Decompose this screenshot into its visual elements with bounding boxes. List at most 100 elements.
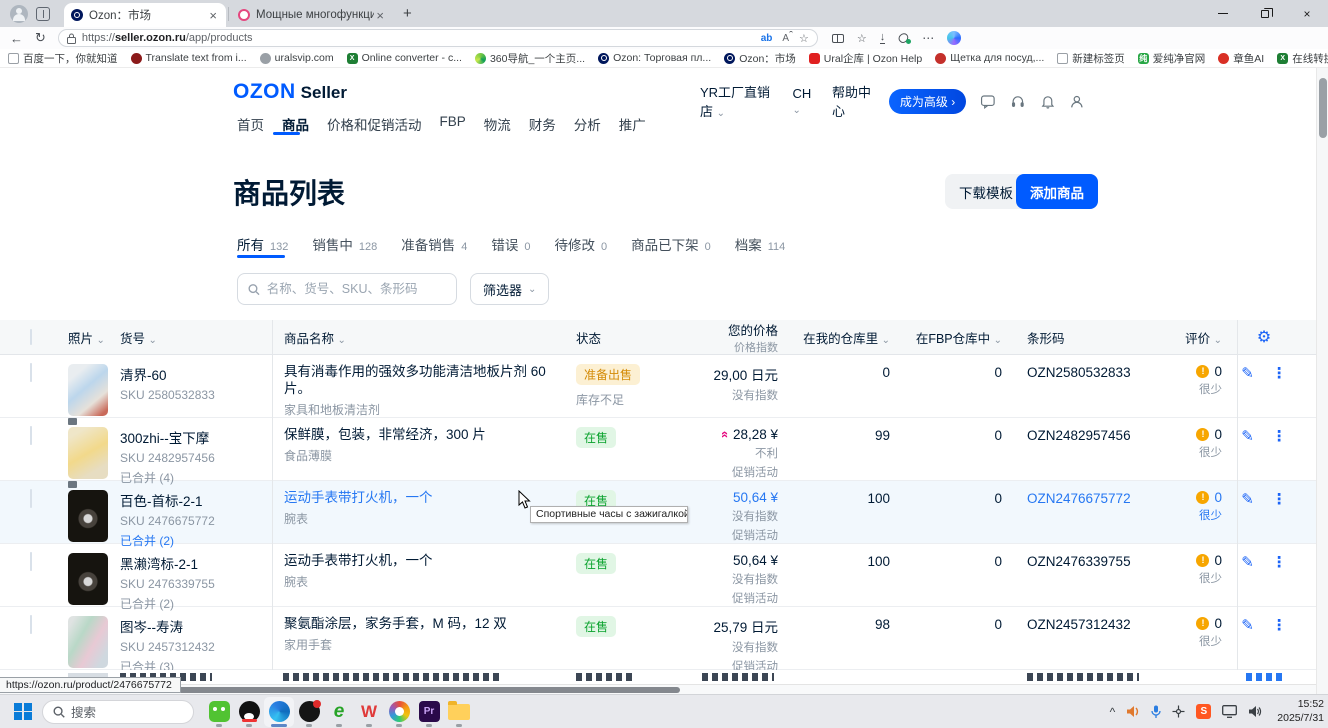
row-menu-icon[interactable]: ⋮	[1272, 553, 1287, 571]
article-code[interactable]: 百色-首标-2-1	[120, 490, 264, 510]
taskbar-app-media[interactable]	[294, 697, 324, 727]
language-selector[interactable]: CH ⌄	[793, 86, 818, 116]
article-code[interactable]: 300zhi--宝下摩	[120, 427, 264, 447]
nav-item-promotion[interactable]: 推广	[619, 114, 646, 134]
refresh-icon[interactable]: ↻	[35, 30, 46, 46]
bookmark-item[interactable]: 百度一下，你就知道	[8, 51, 118, 66]
close-window-button[interactable]: ×	[1286, 0, 1328, 27]
nav-item-analytics[interactable]: 分析	[574, 114, 601, 134]
vertical-scrollbar-thumb[interactable]	[1319, 78, 1327, 138]
nav-item-logistics[interactable]: 物流	[484, 114, 511, 134]
tab-errors[interactable]: 错误0	[491, 234, 530, 254]
browser-tab-second[interactable]: Мощные многофункциональнь ×	[231, 3, 393, 27]
taskbar-app-edge[interactable]	[264, 697, 294, 727]
tray-sogou-icon[interactable]: S	[1196, 704, 1211, 719]
product-photo[interactable]	[68, 553, 108, 605]
favorite-star-icon[interactable]: ☆	[799, 32, 809, 45]
back-icon[interactable]: ←	[10, 31, 23, 46]
url-field[interactable]: https://seller.ozon.ru/app/products ab A…	[58, 29, 818, 47]
restore-button[interactable]	[1244, 0, 1286, 27]
product-photo[interactable]	[68, 490, 108, 542]
header-my-warehouse[interactable]: 在我的仓库里 ⌄	[778, 328, 890, 347]
header-name[interactable]: 商品名称 ⌄	[272, 328, 564, 347]
edit-pencil-icon[interactable]: ✎	[1241, 364, 1254, 382]
product-photo[interactable]	[68, 616, 108, 668]
merged-label[interactable]: 已合并 (4)	[120, 469, 264, 486]
rating-value[interactable]: 0	[1214, 490, 1222, 505]
browser-profile-avatar[interactable]	[10, 5, 28, 23]
read-aloud-icon[interactable]: A	[782, 33, 789, 44]
tray-audio-manager-icon[interactable]	[1126, 705, 1140, 718]
ozon-seller-logo[interactable]: OZONSeller	[233, 80, 347, 104]
tray-remote-tool-icon[interactable]	[1172, 705, 1185, 718]
edit-pencil-icon[interactable]: ✎	[1241, 490, 1254, 508]
nav-item-home[interactable]: 首页	[237, 114, 264, 134]
select-all-checkbox[interactable]	[30, 329, 32, 345]
taskbar-app-ie[interactable]: e	[324, 697, 354, 727]
taskbar-search[interactable]: 搜索	[42, 700, 194, 724]
nav-item-products[interactable]: 商品	[282, 114, 309, 134]
downloads-icon[interactable]: ↓	[880, 33, 886, 44]
bookmark-item[interactable]: Ozon：市场	[724, 51, 796, 66]
browser-tab-ozon[interactable]: Ozon：市场 ×	[64, 3, 226, 27]
tab-selling[interactable]: 销售中128	[312, 234, 377, 254]
add-product-button[interactable]: 添加商品	[1016, 174, 1098, 209]
tab-ready[interactable]: 准备销售4	[401, 234, 467, 254]
browser-essentials-icon[interactable]	[898, 33, 909, 43]
row-menu-icon[interactable]: ⋮	[1272, 427, 1287, 445]
header-article[interactable]: 货号 ⌄	[120, 328, 272, 347]
row-menu-icon[interactable]: ⋮	[1272, 364, 1287, 382]
tab-close-icon[interactable]: ×	[207, 8, 219, 23]
bookmark-item[interactable]: uralsvip.com	[260, 52, 334, 64]
download-template-button[interactable]: 下载模板	[945, 174, 1027, 209]
tray-chevron-icon[interactable]: ^	[1110, 705, 1116, 719]
minimize-button[interactable]	[1202, 0, 1244, 27]
notifications-bell-icon[interactable]	[1040, 92, 1056, 111]
product-name-link[interactable]: 聚氨酯涂层，家务手套，M 码，12 双	[284, 616, 564, 633]
row-menu-icon[interactable]: ⋮	[1272, 490, 1287, 508]
row-checkbox[interactable]	[30, 426, 32, 445]
product-name-link[interactable]: 具有消毒作用的强效多功能清洁地板片剂 60 片。	[284, 364, 564, 398]
row-checkbox[interactable]	[30, 489, 32, 508]
bookmark-item[interactable]: X在线转换器 - 免费...	[1277, 51, 1328, 66]
new-tab-button[interactable]: +	[393, 5, 422, 22]
article-code[interactable]: 黑濑湾标-2-1	[120, 553, 264, 573]
search-input[interactable]	[267, 282, 446, 296]
merged-label[interactable]: 已合并 (2)	[120, 595, 264, 612]
nav-item-pricing[interactable]: 价格和促销活动	[327, 114, 422, 134]
start-button[interactable]	[14, 703, 32, 721]
premium-button[interactable]: 成为高级 ›	[889, 89, 966, 114]
nav-item-finance[interactable]: 财务	[529, 114, 556, 134]
bookmark-item[interactable]: 360导航_一个主页...	[475, 51, 585, 66]
tab-unlisted[interactable]: 商品已下架0	[631, 234, 711, 254]
more-menu-icon[interactable]: ⋯	[922, 31, 934, 45]
edit-pencil-icon[interactable]: ✎	[1241, 553, 1254, 571]
product-name-link[interactable]: 保鲜膜，包装，非常经济，300 片	[284, 427, 564, 444]
taskbar-app-explorer[interactable]	[444, 697, 474, 727]
favorites-icon[interactable]: ☆	[857, 32, 867, 45]
tab-to-fix[interactable]: 待修改0	[554, 234, 607, 254]
taskbar-app-premiere[interactable]: Pr	[414, 697, 444, 727]
account-icon[interactable]	[1069, 92, 1085, 111]
row-checkbox[interactable]	[30, 552, 32, 571]
bookmark-item[interactable]: Ozon: Торговая пл...	[598, 52, 711, 64]
product-photo[interactable]	[68, 364, 108, 416]
copilot-icon[interactable]	[947, 31, 961, 45]
tab-close-icon[interactable]: ×	[374, 8, 386, 23]
nav-item-fbp[interactable]: FBP	[440, 114, 466, 134]
support-headset-icon[interactable]	[1010, 92, 1026, 111]
vertical-scrollbar[interactable]	[1316, 68, 1328, 694]
edit-pencil-icon[interactable]: ✎	[1241, 427, 1254, 445]
header-photo[interactable]: 照片 ⌄	[68, 328, 120, 347]
store-selector[interactable]: YR工厂直销店 ⌄	[700, 82, 779, 120]
bookmark-item[interactable]: Translate text from i...	[131, 52, 247, 64]
bookmark-item[interactable]: Ural企库 | Ozon Help	[809, 51, 922, 66]
bookmark-item[interactable]: 纯爱纯净官网	[1138, 51, 1206, 66]
edit-pencil-icon[interactable]: ✎	[1241, 616, 1254, 634]
article-code[interactable]: 图岑--寿涛	[120, 616, 264, 636]
taskbar-app-qq[interactable]	[234, 697, 264, 727]
price[interactable]: 50,64 ¥	[700, 490, 778, 505]
table-settings-gear-icon[interactable]: ⚙	[1257, 327, 1271, 347]
tray-microphone-icon[interactable]	[1151, 705, 1161, 719]
header-fbp-warehouse[interactable]: 在FBP仓库中 ⌄	[890, 328, 1002, 347]
